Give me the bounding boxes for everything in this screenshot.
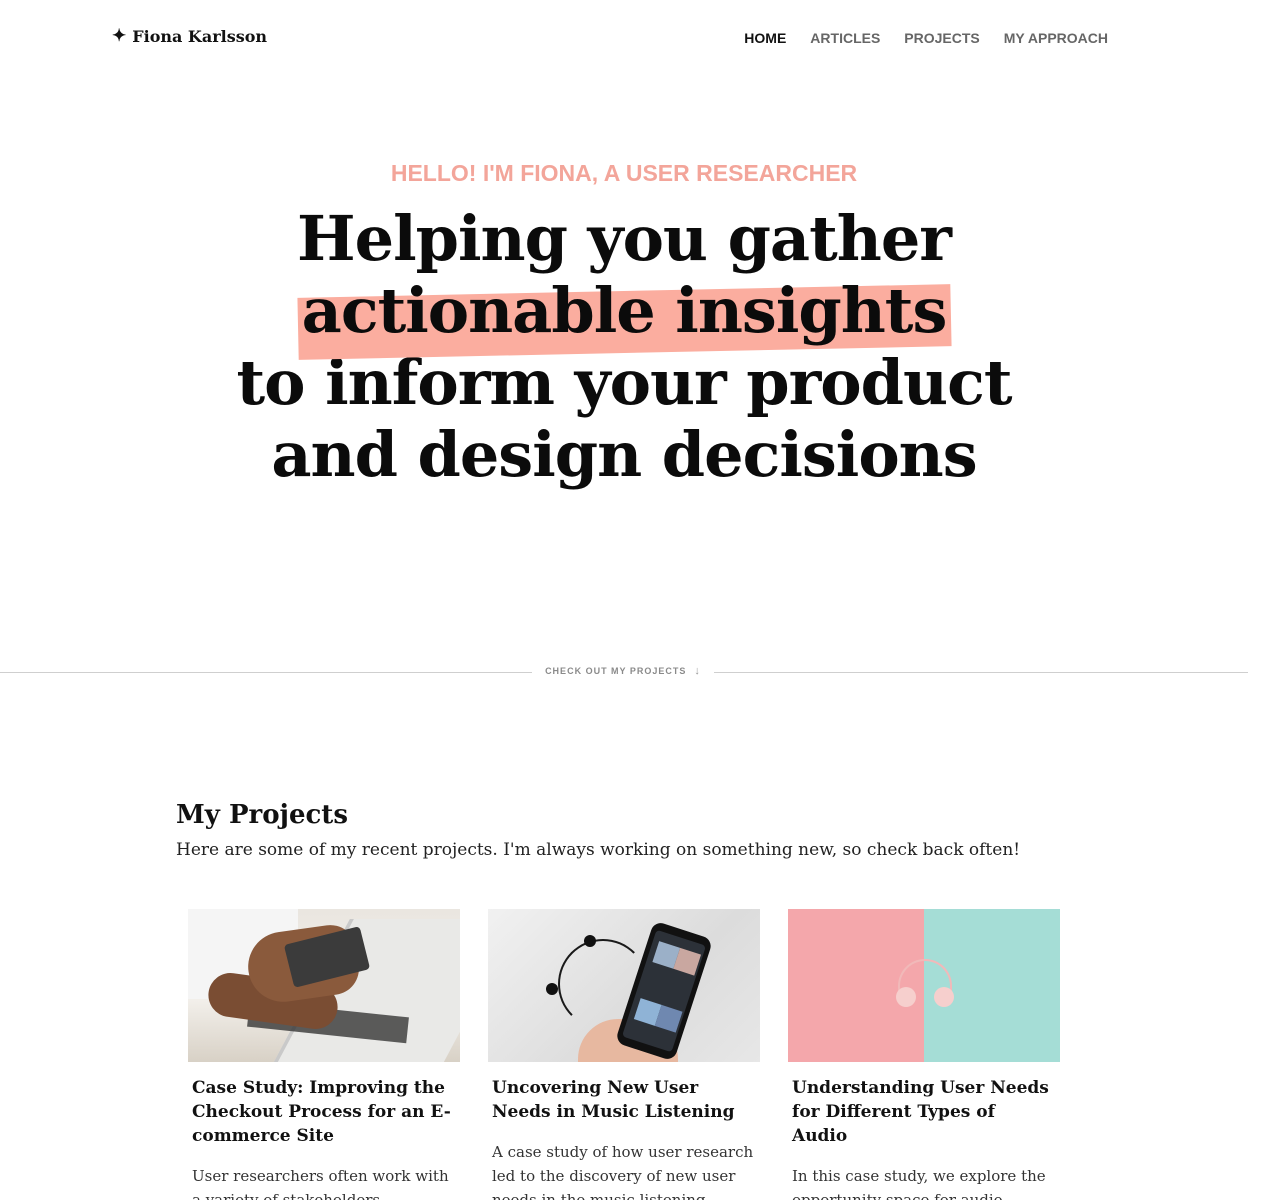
headline-line-3: to inform your product <box>236 346 1013 419</box>
projects-intro: Here are some of my recent projects. I'm… <box>176 840 1021 860</box>
site-header: ✦ Fiona Karlsson HOME ARTICLES PROJECTS … <box>0 0 1280 78</box>
project-card[interactable]: Understanding User Needs for Different T… <box>788 909 1060 1200</box>
laptop-credit-card-photo[interactable] <box>188 909 460 1062</box>
project-card[interactable]: Uncovering New User Needs in Music Liste… <box>488 909 760 1200</box>
star-icon: ✦ <box>112 26 127 46</box>
hero-headline: Helping you gather actionable insights t… <box>0 203 1248 491</box>
phone-music-app-photo[interactable] <box>488 909 760 1062</box>
nav-projects-link[interactable]: PROJECTS <box>904 30 979 46</box>
project-card[interactable]: Case Study: Improving the Checkout Proce… <box>188 909 460 1200</box>
nav-articles-link[interactable]: ARTICLES <box>810 30 880 46</box>
project-card-title[interactable]: Case Study: Improving the Checkout Proce… <box>192 1076 456 1148</box>
project-card-excerpt: User researchers often work with a varie… <box>192 1167 449 1200</box>
main-nav: HOME ARTICLES PROJECTS MY APPROACH <box>744 30 1108 46</box>
arrow-down-icon: ↓ <box>694 665 701 677</box>
headline-line-4: and design decisions <box>271 418 977 491</box>
project-card-excerpt: In this case study, we explore the oppor… <box>792 1167 1046 1200</box>
check-out-projects-label: CHECK OUT MY PROJECTS <box>545 666 687 676</box>
hero-section: HELLO! I'M FIONA, A USER RESEARCHER Help… <box>0 160 1248 491</box>
nav-my-approach-link[interactable]: MY APPROACH <box>1004 30 1108 46</box>
brand-name: Fiona Karlsson <box>132 27 268 46</box>
project-cards: Case Study: Improving the Checkout Proce… <box>188 909 1068 1200</box>
headline-line-1: Helping you gather <box>297 202 952 275</box>
projects-section: My Projects Here are some of my recent p… <box>176 800 1076 860</box>
hero-eyebrow: HELLO! I'M FIONA, A USER RESEARCHER <box>390 160 858 186</box>
project-card-title[interactable]: Understanding User Needs for Different T… <box>792 1076 1056 1148</box>
brand-logo-link[interactable]: ✦ Fiona Karlsson <box>112 27 267 46</box>
projects-title: My Projects <box>176 800 348 830</box>
check-out-projects-link[interactable]: CHECK OUT MY PROJECTS ↓ <box>532 665 714 677</box>
nav-home-link[interactable]: HOME <box>744 30 786 46</box>
project-card-excerpt: A case study of how user research led to… <box>492 1143 754 1200</box>
headphones-pink-teal-photo[interactable] <box>788 909 1060 1062</box>
headline-line-2: actionable insights <box>0 275 1248 347</box>
headline-highlight: actionable insights <box>301 274 948 347</box>
project-card-title[interactable]: Uncovering New User Needs in Music Liste… <box>492 1076 756 1124</box>
